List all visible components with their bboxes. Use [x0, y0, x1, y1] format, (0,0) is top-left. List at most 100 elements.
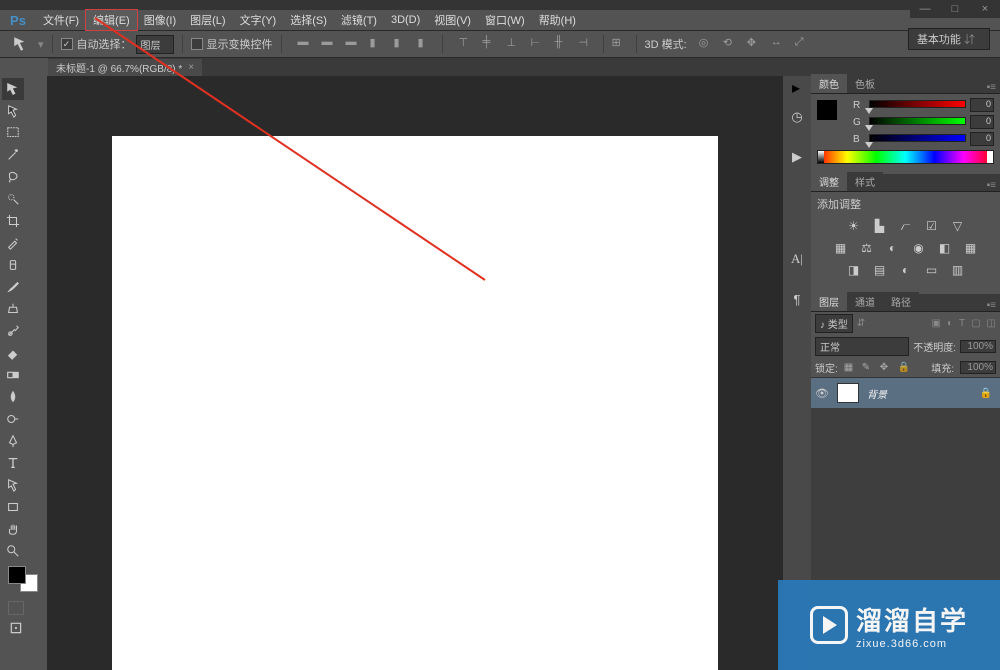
play-icon[interactable]: ▶: [788, 148, 806, 166]
fill-value[interactable]: 100%: [960, 361, 996, 374]
dist-vcenter-icon[interactable]: ╪: [483, 36, 499, 52]
history-brush-tool[interactable]: [2, 320, 24, 342]
spectrum-bar[interactable]: [817, 150, 994, 164]
workspace-dropdown[interactable]: 基本功能 ⇵: [908, 28, 990, 50]
visibility-icon[interactable]: 👁: [815, 387, 829, 400]
tab-paths[interactable]: 路径: [883, 292, 919, 311]
crop-tool[interactable]: [2, 210, 24, 232]
hand-tool[interactable]: [2, 518, 24, 540]
menu-image[interactable]: 图像(I): [137, 10, 183, 30]
artboard-tool[interactable]: [2, 100, 24, 122]
filter-type-icon[interactable]: T: [959, 318, 965, 329]
dist-top-icon[interactable]: ⊤: [459, 36, 475, 52]
adj-photofilter-icon[interactable]: ◉: [911, 240, 927, 256]
g-value[interactable]: 0: [970, 115, 994, 129]
3d-orbit-icon[interactable]: ◎: [699, 36, 715, 52]
panel-menu-icon[interactable]: ▪≡: [983, 300, 1000, 311]
filter-pixel-icon[interactable]: ▣: [931, 318, 940, 329]
tab-channels[interactable]: 通道: [847, 292, 883, 311]
adj-curves-icon[interactable]: ⦧: [898, 218, 914, 234]
win-maximize[interactable]: □: [940, 0, 970, 18]
spot-heal-tool[interactable]: [2, 254, 24, 276]
win-close[interactable]: ×: [970, 0, 1000, 18]
win-minimize[interactable]: —: [910, 0, 940, 18]
align-vcenter-icon[interactable]: ▬: [322, 36, 338, 52]
menu-filter[interactable]: 滤镜(T): [334, 10, 384, 30]
dist-right-icon[interactable]: ⊣: [579, 36, 595, 52]
align-bottom-icon[interactable]: ▬: [346, 36, 362, 52]
clone-stamp-tool[interactable]: [2, 298, 24, 320]
menu-window[interactable]: 窗口(W): [478, 10, 532, 30]
adj-selective-icon[interactable]: ▥: [950, 262, 966, 278]
eyedropper-tool[interactable]: [2, 232, 24, 254]
align-top-icon[interactable]: ▬: [298, 36, 314, 52]
dodge-tool[interactable]: [2, 408, 24, 430]
3d-scale-icon[interactable]: ⤢: [795, 36, 811, 52]
lock-pixels-icon[interactable]: ✎: [862, 362, 874, 374]
marquee-tool[interactable]: [2, 122, 24, 144]
active-tool-icon[interactable]: [12, 35, 30, 53]
quick-select-tool[interactable]: [2, 188, 24, 210]
tab-adjustments[interactable]: 调整: [811, 172, 847, 191]
blend-mode-dropdown[interactable]: 正常: [815, 337, 909, 356]
pen-tool[interactable]: [2, 430, 24, 452]
adj-bw-icon[interactable]: ◐: [885, 240, 901, 256]
layer-name[interactable]: 背景: [867, 386, 972, 401]
path-select-tool[interactable]: [2, 474, 24, 496]
layer-row[interactable]: 👁 背景 🔒: [811, 378, 1000, 408]
blur-tool[interactable]: [2, 386, 24, 408]
menu-file[interactable]: 文件(F): [36, 10, 86, 30]
align-hcenter-icon[interactable]: ▮: [394, 36, 410, 52]
type-tool[interactable]: [2, 452, 24, 474]
adj-hue-icon[interactable]: ▦: [833, 240, 849, 256]
canvas[interactable]: [112, 136, 718, 670]
menu-select[interactable]: 选择(S): [283, 10, 334, 30]
b-value[interactable]: 0: [970, 132, 994, 146]
dist-hcenter-icon[interactable]: ╫: [555, 36, 571, 52]
adj-posterize-icon[interactable]: ▤: [872, 262, 888, 278]
layer-thumbnail[interactable]: [837, 383, 859, 403]
lasso-tool[interactable]: [2, 166, 24, 188]
lock-position-icon[interactable]: ✥: [880, 362, 892, 374]
tab-color[interactable]: 颜色: [811, 74, 847, 93]
3d-roll-icon[interactable]: ⟲: [723, 36, 739, 52]
filter-smart-icon[interactable]: ◫: [987, 318, 996, 329]
quickmask-icon[interactable]: [8, 601, 24, 615]
close-tab-icon[interactable]: ×: [188, 62, 194, 73]
opacity-value[interactable]: 100%: [960, 340, 996, 353]
adj-levels-icon[interactable]: ▙: [872, 218, 888, 234]
auto-align-icon[interactable]: ⊞: [612, 36, 628, 52]
r-value[interactable]: 0: [970, 98, 994, 112]
canvas-area[interactable]: [48, 76, 782, 670]
dist-left-icon[interactable]: ⊢: [531, 36, 547, 52]
fg-color-swatch[interactable]: [8, 566, 26, 584]
3d-slide-icon[interactable]: ↔: [771, 36, 787, 52]
tab-layers[interactable]: 图层: [811, 292, 847, 311]
filter-adjust-icon[interactable]: ◐: [947, 318, 953, 329]
adj-invert-icon[interactable]: ◨: [846, 262, 862, 278]
history-icon[interactable]: ◷: [788, 108, 806, 126]
menu-type[interactable]: 文字(Y): [233, 10, 284, 30]
b-slider[interactable]: [869, 134, 966, 144]
tab-swatches[interactable]: 色板: [847, 74, 883, 93]
tab-styles[interactable]: 样式: [847, 172, 883, 191]
adj-gradmap-icon[interactable]: ▭: [924, 262, 940, 278]
gradient-tool[interactable]: [2, 364, 24, 386]
panel-menu-icon[interactable]: ▪≡: [983, 180, 1000, 191]
adj-lookup-icon[interactable]: ▦: [963, 240, 979, 256]
align-right-icon[interactable]: ▮: [418, 36, 434, 52]
eraser-tool[interactable]: [2, 342, 24, 364]
align-left-icon[interactable]: ▮: [370, 36, 386, 52]
menu-edit[interactable]: 编辑(E): [86, 10, 137, 30]
panel-menu-icon[interactable]: ▪≡: [983, 82, 1000, 93]
filter-shape-icon[interactable]: ▢: [971, 318, 980, 329]
adj-balance-icon[interactable]: ⚖: [859, 240, 875, 256]
document-tab[interactable]: 未标题-1 @ 66.7%(RGB/8) * ×: [48, 59, 202, 76]
zoom-tool[interactable]: [2, 540, 24, 562]
magic-wand-tool[interactable]: [2, 144, 24, 166]
auto-select-dropdown[interactable]: 图层: [136, 35, 174, 54]
lock-all-icon[interactable]: 🔒: [898, 362, 910, 374]
menu-view[interactable]: 视图(V): [427, 10, 478, 30]
adj-threshold-icon[interactable]: ◐: [898, 262, 914, 278]
menu-layer[interactable]: 图层(L): [183, 10, 232, 30]
